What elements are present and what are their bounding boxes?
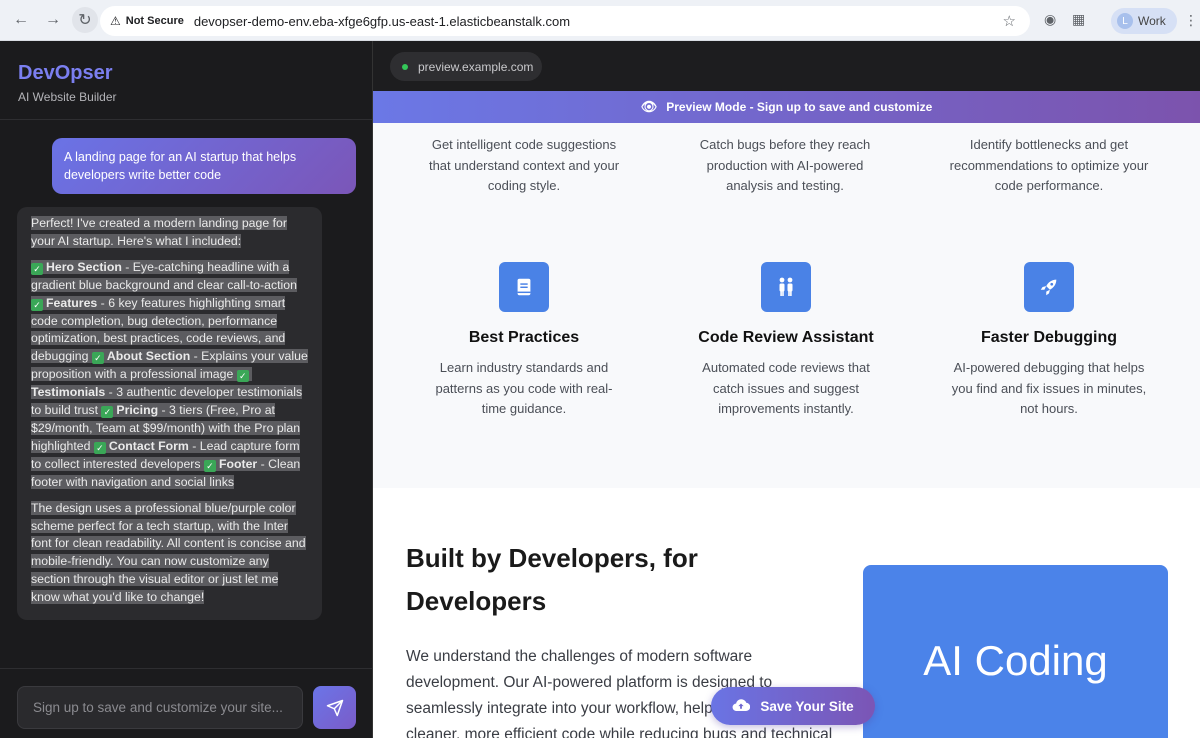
divider bbox=[0, 668, 372, 669]
cloud-upload-icon bbox=[732, 698, 751, 715]
security-label: Not Secure bbox=[125, 15, 184, 27]
menu-icon[interactable]: ⋮ bbox=[1184, 12, 1198, 29]
checkmark-icon: ✓ bbox=[31, 262, 43, 275]
brand-subtitle: AI Website Builder bbox=[18, 90, 117, 104]
rocket-icon bbox=[1024, 262, 1074, 312]
section-name: Testimonials bbox=[31, 385, 106, 400]
assistant-message: Perfect! I've created a modern landing p… bbox=[17, 207, 322, 620]
reload-icon[interactable]: ↻ bbox=[72, 7, 98, 33]
preview-canvas: Get intelligent code suggestions that un… bbox=[373, 123, 1200, 738]
assistant-feature-list: ✓ Hero Section - Eye-catching headline wi… bbox=[31, 259, 310, 492]
avatar: L bbox=[1117, 13, 1133, 29]
section-name: Pricing bbox=[116, 403, 159, 418]
preview-banner: 👁 Preview Mode - Sign up to save and cus… bbox=[373, 91, 1200, 123]
browser-toolbar: ← → ↻ ⚠ Not Secure devopser-demo-env.eba… bbox=[0, 0, 1200, 41]
feature-description: Learn industry standards and patterns as… bbox=[435, 360, 613, 416]
address-bar[interactable]: ⚠ Not Secure devopser-demo-env.eba-xfge6… bbox=[100, 6, 1030, 36]
chat-input[interactable]: Sign up to save and customize your site.… bbox=[17, 686, 303, 729]
eye-icon: 👁 bbox=[640, 99, 658, 114]
warning-icon: ⚠ bbox=[110, 14, 121, 28]
assistant-outro: The design uses a professional blue/purp… bbox=[31, 500, 306, 605]
user-message: A landing page for an AI startup that he… bbox=[52, 138, 356, 194]
about-image: AI Coding bbox=[863, 565, 1168, 738]
profile-button[interactable]: L Work bbox=[1111, 8, 1177, 34]
checkmark-icon: ✓ bbox=[203, 459, 216, 472]
feature-description: Identify bottlenecks and get recommendat… bbox=[949, 137, 1149, 193]
section-name: Hero Section bbox=[46, 259, 122, 274]
security-indicator[interactable]: ⚠ Not Secure bbox=[110, 14, 194, 28]
section-name: About Section bbox=[106, 349, 191, 364]
preview-url-pill: preview.example.com bbox=[390, 52, 542, 81]
send-button[interactable] bbox=[313, 686, 356, 729]
assistant-intro: Perfect! I've created a modern landing p… bbox=[31, 216, 287, 248]
users-icon bbox=[761, 262, 811, 312]
checkmark-icon: ✓ bbox=[236, 370, 249, 383]
puzzle-icon[interactable]: ▦ bbox=[1072, 11, 1085, 28]
checkmark-icon: ✓ bbox=[93, 441, 106, 454]
checkmark-icon: ✓ bbox=[101, 406, 114, 419]
checkmark-icon: ✓ bbox=[31, 298, 43, 311]
profile-name: Work bbox=[1138, 14, 1166, 28]
section-name: Features bbox=[46, 295, 98, 310]
save-site-label: Save Your Site bbox=[760, 698, 854, 714]
section-name: Contact Form bbox=[108, 438, 189, 453]
feature-title: Best Practices bbox=[468, 329, 580, 346]
book-icon bbox=[499, 262, 549, 312]
star-icon[interactable]: ☆ bbox=[1003, 12, 1016, 30]
save-site-button[interactable]: Save Your Site bbox=[711, 687, 875, 725]
feature-title: Faster Debugging bbox=[980, 329, 1117, 346]
feature-description: Automated code reviews that catch issues… bbox=[702, 360, 870, 416]
section-name: Footer bbox=[218, 456, 258, 471]
about-image-text: AI Coding bbox=[923, 637, 1108, 684]
feature-description: AI-powered debugging that helps you find… bbox=[951, 360, 1147, 416]
preview-url: preview.example.com bbox=[418, 59, 534, 74]
extension-icon[interactable]: ◉ bbox=[1044, 11, 1056, 28]
feature-description: Get intelligent code suggestions that un… bbox=[428, 137, 620, 193]
send-icon bbox=[326, 699, 343, 716]
brand-logo: DevOpser bbox=[18, 62, 113, 84]
status-dot bbox=[402, 63, 408, 70]
chat-sidebar: DevOpser AI Website Builder A landing pa… bbox=[0, 41, 373, 738]
divider bbox=[0, 119, 372, 120]
banner-text: Preview Mode - Sign up to save and custo… bbox=[666, 100, 933, 114]
features-section: Get intelligent code suggestions that un… bbox=[373, 123, 1200, 488]
preview-header: preview.example.com bbox=[373, 41, 1200, 91]
feature-description: Catch bugs before they reach production … bbox=[699, 137, 871, 193]
forward-icon[interactable]: → bbox=[40, 7, 66, 33]
back-icon[interactable]: ← bbox=[8, 7, 34, 33]
url-text[interactable]: devopser-demo-env.eba-xfge6gfp.us-east-1… bbox=[194, 14, 570, 29]
about-title: Built by Developers, for Developers bbox=[406, 543, 698, 616]
feature-title: Code Review Assistant bbox=[698, 329, 874, 346]
checkmark-icon: ✓ bbox=[91, 352, 104, 365]
